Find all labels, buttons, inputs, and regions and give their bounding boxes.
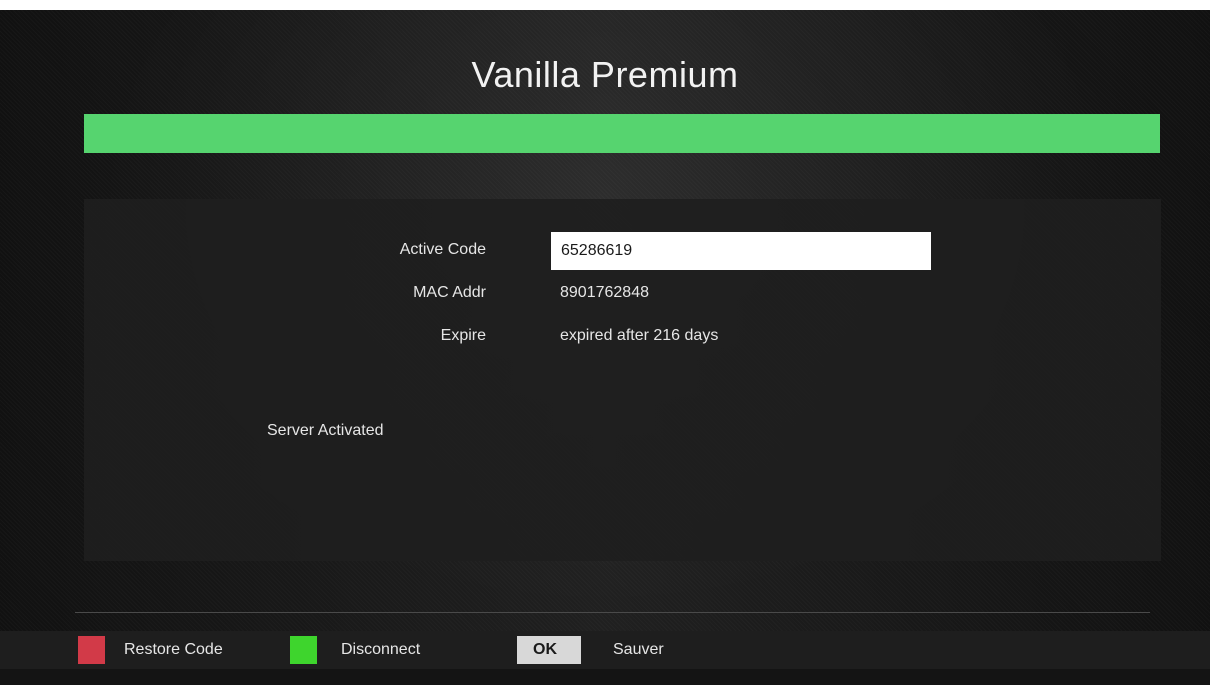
progress-bar: [84, 114, 1160, 153]
restore-code-label: Restore Code: [124, 641, 223, 658]
server-status-text: Server Activated: [267, 422, 384, 439]
disconnect-button[interactable]: Disconnect: [290, 631, 420, 669]
active-code-label: Active Code: [399, 241, 486, 258]
expire-label: Expire: [440, 327, 486, 344]
expire-value: expired after 216 days: [560, 327, 719, 344]
save-button[interactable]: OK Sauver: [517, 631, 664, 669]
page-title: Vanilla Premium: [471, 54, 739, 95]
footer-divider: [75, 612, 1150, 613]
mac-addr-label: MAC Addr: [413, 284, 486, 301]
ok-key-icon: OK: [517, 636, 581, 664]
red-key-icon: [78, 636, 105, 664]
bottom-strip: [0, 669, 1210, 685]
green-key-icon: [290, 636, 317, 664]
footer-bar: Restore Code Disconnect OK Sauver: [0, 631, 1210, 669]
restore-code-button[interactable]: Restore Code: [78, 631, 223, 669]
save-label: Sauver: [613, 641, 664, 658]
progress-bar-fill: [84, 114, 1160, 153]
disconnect-label: Disconnect: [341, 641, 421, 658]
active-code-input[interactable]: [551, 232, 931, 270]
mac-addr-value: 8901762848: [560, 284, 649, 301]
